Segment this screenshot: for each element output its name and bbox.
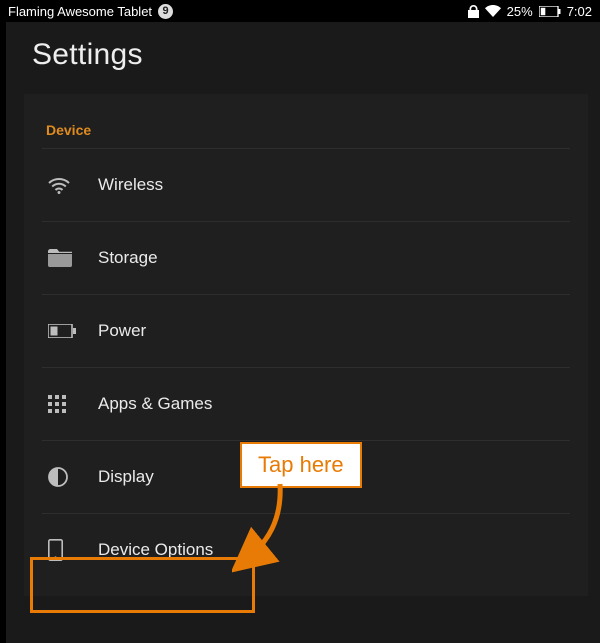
page-title: Settings [32,38,580,72]
settings-item-device-options[interactable]: Device Options [42,514,570,586]
settings-item-label: Power [98,321,146,341]
lock-icon [468,5,479,18]
device-section: Device Wireless Storage Power [24,94,588,596]
battery-icon [42,324,98,338]
phone-icon [42,539,98,561]
wifi-status-icon [485,5,501,17]
settings-screen: Settings Device Wireless Storage Power [6,22,600,643]
clock: 7:02 [567,4,592,19]
folder-icon [42,249,98,267]
wifi-icon [42,177,98,194]
device-name: Flaming Awesome Tablet [8,4,152,19]
contrast-icon [42,467,98,487]
battery-percent: 25% [507,4,533,19]
settings-item-apps-games[interactable]: Apps & Games [42,368,570,440]
settings-item-label: Apps & Games [98,394,212,414]
grid-icon [42,395,98,413]
status-right: 25% 7:02 [468,4,592,19]
settings-item-storage[interactable]: Storage [42,222,570,294]
settings-item-label: Device Options [98,540,213,560]
settings-item-label: Display [98,467,154,487]
header: Settings [6,22,600,94]
status-left: Flaming Awesome Tablet 9 [8,4,173,19]
status-bar: Flaming Awesome Tablet 9 25% 7:02 [0,0,600,22]
settings-item-power[interactable]: Power [42,295,570,367]
battery-status-icon [539,6,561,17]
annotation-label: Tap here [258,452,344,477]
settings-item-label: Wireless [98,175,163,195]
settings-item-wireless[interactable]: Wireless [42,149,570,221]
settings-item-label: Storage [98,248,158,268]
notification-badge[interactable]: 9 [158,4,173,19]
section-title: Device [42,122,570,138]
annotation-callout: Tap here [240,442,362,488]
